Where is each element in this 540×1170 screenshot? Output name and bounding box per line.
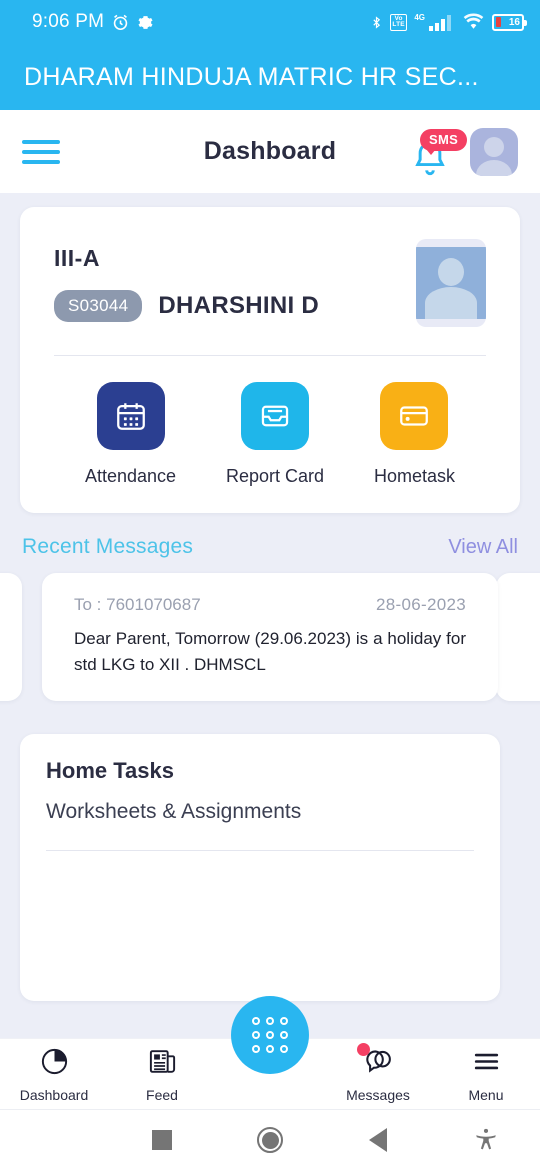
school-name: DHARAM HINDUJA MATRIC HR SEC... [24, 62, 479, 91]
inbox-tray-icon [241, 382, 309, 450]
hamburger-menu-icon[interactable] [22, 139, 60, 164]
student-id-badge: S03044 [54, 290, 143, 322]
notification-bell-button[interactable]: SMS [410, 128, 468, 175]
apps-grid-icon [252, 1017, 288, 1053]
unread-dot-badge [356, 1042, 370, 1056]
battery-percent: 16 [508, 16, 520, 28]
main-content: III-A S03044 DHARSHINI D Attendance Repo… [0, 193, 540, 1104]
section-title: Recent Messages [22, 535, 194, 558]
tile-label: Hometask [373, 466, 455, 486]
calendar-icon [96, 382, 165, 450]
tile-attendance[interactable]: Attendance [85, 382, 176, 487]
nav-label: Feed [146, 1086, 178, 1103]
app-screen: 9:06 PM Vo LTE 4G 16 DHARAM HINDUJA MATR… [0, 0, 540, 1170]
card-icon [380, 382, 449, 450]
tile-label: Attendance [84, 466, 177, 486]
student-class: III-A [54, 245, 100, 271]
tile-report-card[interactable]: Report Card [226, 382, 324, 487]
hamburger-menu-icon [471, 1046, 502, 1082]
nav-label: Dashboard [19, 1086, 89, 1103]
app-bar: Dashboard SMS [0, 110, 540, 193]
triangle-back-icon[interactable] [324, 1128, 432, 1152]
nav-label: Messages [346, 1086, 410, 1103]
status-bar-left: 9:06 PM [32, 11, 154, 33]
volte-icon: Vo LTE [389, 13, 408, 31]
nav-item-dashboard[interactable]: Dashboard [0, 1046, 108, 1103]
status-bar-right: Vo LTE 4G 16 [370, 12, 527, 32]
gear-icon [137, 14, 154, 31]
status-time: 9:06 PM [32, 11, 105, 32]
signal-bars-icon [429, 14, 455, 31]
newspaper-icon [147, 1046, 178, 1082]
chat-bubbles-icon [356, 1042, 394, 1082]
android-system-nav [0, 1109, 540, 1170]
nav-item-menu[interactable]: Menu [432, 1046, 540, 1103]
battery-icon: 16 [492, 13, 527, 31]
message-body: Dear Parent, Tomorrow (29.06.2023) is a … [74, 629, 466, 675]
nav-label: Menu [468, 1086, 504, 1103]
view-all-link[interactable]: View All [448, 536, 518, 559]
square-recents-icon[interactable] [108, 1130, 216, 1150]
student-name: DHARSHINI D [158, 292, 320, 319]
status-bar: 9:06 PM Vo LTE 4G 16 [0, 0, 540, 44]
message-card-peek-left[interactable] [0, 573, 22, 701]
tile-label: Report Card [225, 466, 325, 486]
quick-action-tiles: Attendance Report Card Hometask [54, 356, 486, 491]
recent-messages-header: Recent Messages View All [0, 513, 540, 559]
bluetooth-icon [370, 13, 383, 32]
accessibility-icon[interactable] [432, 1126, 540, 1154]
nav-item-feed[interactable]: Feed [108, 1046, 216, 1103]
tile-hometask[interactable]: Hometask [374, 382, 455, 487]
home-tasks-body [20, 851, 500, 1001]
home-tasks-title: Home Tasks [46, 758, 174, 783]
message-card[interactable]: To : 7601070687 28-06-2023 Dear Parent, … [42, 573, 498, 701]
apps-grid-fab[interactable] [231, 996, 309, 1074]
message-card-peek-right[interactable] [496, 573, 540, 701]
user-avatar-icon[interactable] [470, 127, 518, 176]
network-type-label: 4G [414, 12, 425, 22]
sms-badge: SMS [420, 128, 468, 155]
student-card: III-A S03044 DHARSHINI D Attendance Repo… [20, 207, 520, 513]
message-recipient: To : 7601070687 [74, 595, 201, 614]
messages-carousel[interactable]: To : 7601070687 28-06-2023 Dear Parent, … [0, 573, 540, 708]
pie-chart-icon [39, 1046, 70, 1082]
app-bar-actions: SMS [410, 127, 518, 176]
wifi-icon [462, 13, 485, 31]
nav-item-messages[interactable]: Messages [324, 1042, 432, 1103]
message-date: 28-06-2023 [376, 595, 466, 614]
home-tasks-card: Home Tasks Worksheets & Assignments [20, 734, 500, 1001]
circle-home-icon[interactable] [216, 1127, 324, 1153]
student-photo-icon [416, 239, 486, 327]
home-tasks-subtitle: Worksheets & Assignments [46, 800, 302, 823]
school-title-bar: DHARAM HINDUJA MATRIC HR SEC... [0, 44, 540, 110]
alarm-clock-icon [111, 13, 130, 32]
